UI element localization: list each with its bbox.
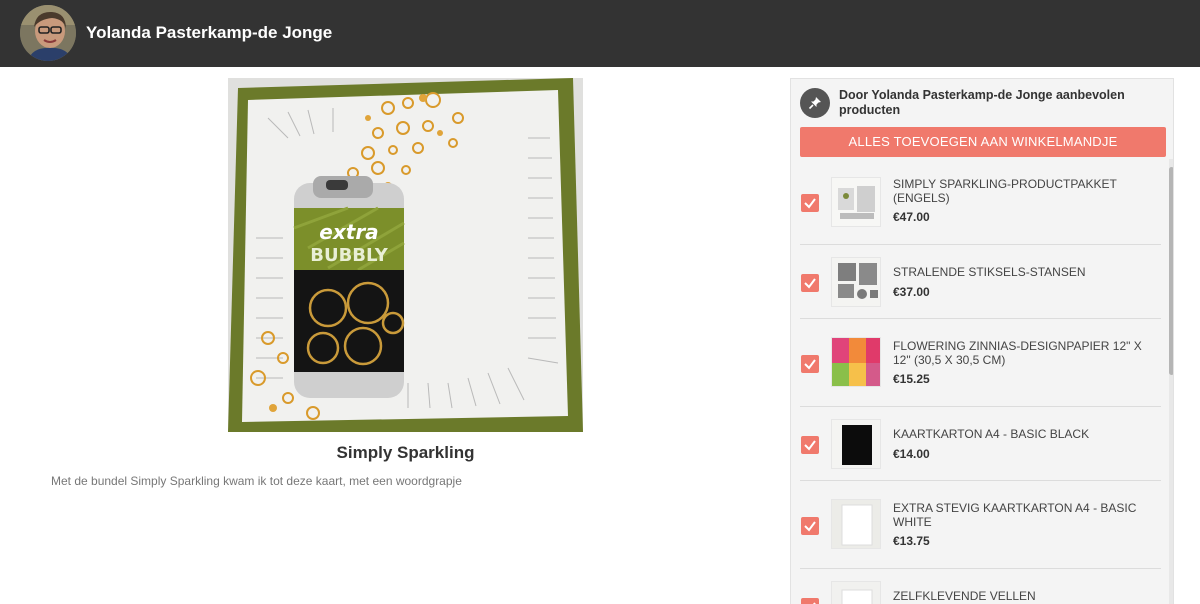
pin-icon [800,88,830,118]
product-thumbnail[interactable] [831,581,881,604]
recommended-products-panel: Door Yolanda Pasterkamp-de Jonge aanbevo… [790,78,1174,604]
product-price: €37.00 [893,285,930,299]
product-thumbnail[interactable] [831,177,881,227]
avatar[interactable] [20,5,76,61]
list-item: ZELFKLEVENDE VELLEN [791,569,1161,604]
check-icon [804,440,816,451]
can-text-bubbly: BUBBLY [310,245,388,266]
product-thumbnail[interactable] [831,337,881,387]
item-checkbox[interactable] [801,274,819,292]
product-thumbnail[interactable] [831,499,881,549]
project-description: Met de bundel Simply Sparkling kwam ik t… [51,474,462,488]
check-icon [804,359,816,370]
product-thumbnail[interactable] [831,419,881,469]
product-name[interactable]: KAARTKARTON A4 - BASIC BLACK [893,427,1155,441]
check-icon [804,198,816,209]
list-item: SIMPLY SPARKLING-PRODUCTPAKKET (ENGELS) … [791,165,1161,245]
list-item: KAARTKARTON A4 - BASIC BLACK €14.00 [791,407,1161,481]
project-image: extra BUBBLY [228,78,583,432]
project-title: Simply Sparkling [336,443,475,462]
item-checkbox[interactable] [801,598,819,604]
item-checkbox[interactable] [801,436,819,454]
product-price: €13.75 [893,534,930,548]
list-item: EXTRA STEVIG KAARTKARTON A4 - BASIC WHIT… [791,481,1161,569]
check-icon [804,521,816,532]
product-name[interactable]: FLOWERING ZINNIAS-DESIGNPAPIER 12" X 12"… [893,339,1155,367]
product-price: €47.00 [893,210,930,224]
product-name[interactable]: STRALENDE STIKSELS-STANSEN [893,265,1155,279]
check-icon [804,278,816,289]
list-item: STRALENDE STIKSELS-STANSEN €37.00 [791,245,1161,319]
product-thumbnail[interactable] [831,257,881,307]
product-name[interactable]: ZELFKLEVENDE VELLEN [893,589,1155,603]
product-price: €15.25 [893,372,930,386]
scrollbar[interactable] [1169,159,1173,604]
product-name[interactable]: SIMPLY SPARKLING-PRODUCTPAKKET (ENGELS) [893,177,1155,205]
scroll-thumb[interactable] [1169,167,1173,375]
panel-title: Door Yolanda Pasterkamp-de Jonge aanbevo… [839,88,1125,117]
check-icon [813,602,816,604]
item-checkbox[interactable] [801,194,819,212]
product-price: €14.00 [893,447,930,461]
top-bar: Yolanda Pasterkamp-de Jonge [0,0,1200,67]
item-checkbox[interactable] [801,517,819,535]
item-checkbox[interactable] [801,355,819,373]
product-name[interactable]: EXTRA STEVIG KAARTKARTON A4 - BASIC WHIT… [893,501,1155,529]
list-item: FLOWERING ZINNIAS-DESIGNPAPIER 12" X 12"… [791,319,1161,407]
can-text-extra: extra [319,220,378,244]
add-all-to-cart-button[interactable]: ALLES TOEVOEGEN AAN WINKELMANDJE [800,127,1166,157]
brand-name[interactable]: Yolanda Pasterkamp-de Jonge [86,23,332,43]
